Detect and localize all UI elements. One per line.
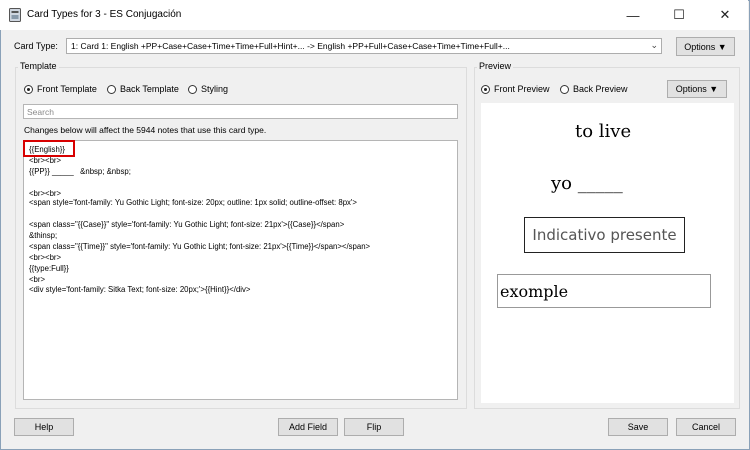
code-line: <div style='font-family: Sitka Text; fon… [29, 285, 251, 294]
back-template-radio[interactable]: Back Template [107, 84, 179, 94]
front-template-radio[interactable]: Front Template [24, 84, 97, 94]
code-line: <span class="{{Time}}" style='font-famil… [29, 242, 371, 251]
code-line: <br><br> [29, 156, 62, 165]
code-line: <br><br> [29, 253, 62, 262]
title-bar: Card Types for 3 - ES Conjugación — ☐ ✕ [0, 0, 748, 30]
radio-checked-icon [24, 84, 33, 94]
card-type-selected-value: 1: Card 1: English +PP+Case+Case+Time+Ti… [71, 41, 510, 51]
preview-group-title: Preview [477, 61, 514, 71]
code-line: {{type:Full}} [29, 264, 69, 273]
radio-checked-icon [481, 84, 490, 94]
front-preview-label: Front Preview [494, 84, 550, 94]
cancel-button[interactable]: Cancel [676, 418, 736, 436]
flip-button[interactable]: Flip [344, 418, 404, 436]
preview-case-time: Indicativo presente [524, 217, 685, 253]
english-field-highlight [23, 140, 75, 157]
template-notice: Changes below will affect the 5944 notes… [24, 125, 267, 135]
maximize-icon: ☐ [673, 7, 685, 22]
chevron-down-icon: ⌄ [650, 40, 658, 50]
front-preview-radio[interactable]: Front Preview [481, 84, 550, 94]
help-button[interactable]: Help [14, 418, 74, 436]
preview-english: to live [575, 121, 632, 142]
styling-label: Styling [201, 84, 229, 94]
styling-radio[interactable]: Styling [188, 84, 228, 94]
back-template-label: Back Template [120, 84, 179, 94]
search-placeholder: Search [27, 107, 54, 117]
preview-pp-line: yo _____ [551, 173, 623, 194]
back-preview-label: Back Preview [573, 84, 628, 94]
maximize-button[interactable]: ☐ [656, 0, 702, 30]
code-line: <span class="{{Case}}" style='font-famil… [29, 220, 345, 229]
close-button[interactable]: ✕ [702, 0, 748, 30]
close-icon: ✕ [719, 7, 731, 22]
code-line: <span style='font-family: Yu Gothic Ligh… [29, 198, 357, 207]
code-line: {{PP}} _____ &nbsp; &nbsp; [29, 167, 131, 176]
card-type-options-button[interactable]: Options ▼ [676, 37, 735, 56]
minimize-button[interactable]: — [610, 0, 656, 30]
preview-options-button[interactable]: Options ▼ [667, 80, 727, 98]
radio-unchecked-icon [188, 84, 197, 94]
minimize-icon: — [626, 7, 640, 23]
card-type-select[interactable]: 1: Card 1: English +PP+Case+Case+Time+Ti… [66, 38, 662, 54]
radio-unchecked-icon [560, 84, 569, 94]
template-editor[interactable]: {{English}} <br><br> {{PP}} _____ &nbsp;… [23, 140, 458, 400]
code-line: <br><br> [29, 189, 62, 198]
add-field-button[interactable]: Add Field [278, 418, 338, 436]
search-input[interactable]: Search [23, 104, 458, 119]
card-preview [481, 103, 734, 403]
code-line: &thinsp; [29, 231, 58, 240]
front-template-label: Front Template [37, 84, 97, 94]
radio-unchecked-icon [107, 84, 116, 94]
template-group-title: Template [18, 61, 59, 71]
preview-hint-input[interactable]: exomple [497, 274, 711, 308]
code-line: <br> [29, 275, 46, 284]
window-title: Card Types for 3 - ES Conjugación [27, 9, 182, 20]
back-preview-radio[interactable]: Back Preview [560, 84, 628, 94]
save-button[interactable]: Save [608, 418, 668, 436]
card-type-label: Card Type: [14, 41, 58, 51]
app-icon [9, 8, 21, 22]
